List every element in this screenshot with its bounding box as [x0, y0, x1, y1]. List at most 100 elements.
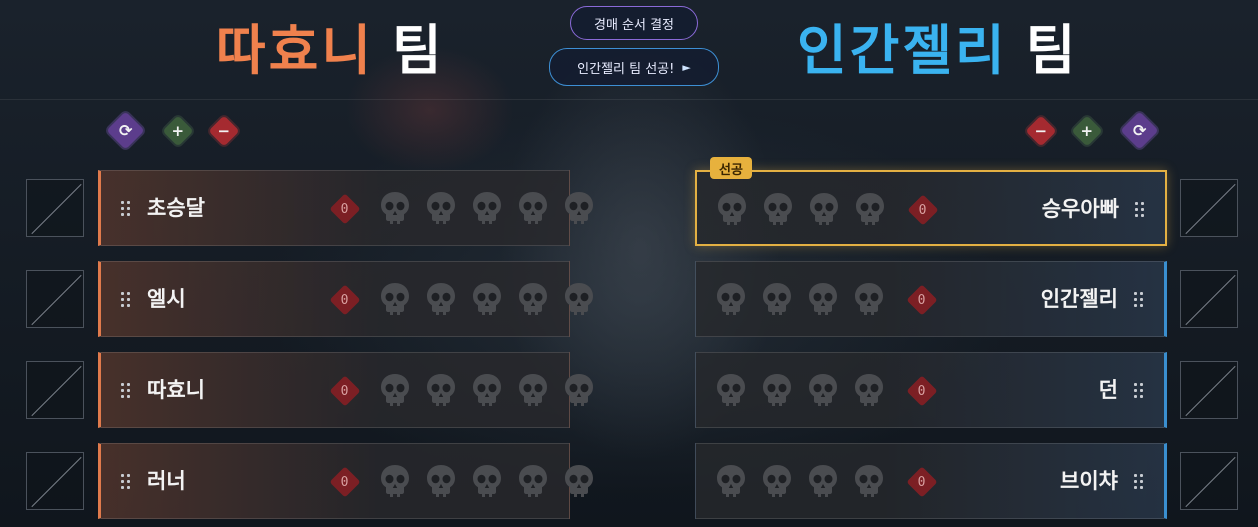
- empty-slot-slash: [31, 183, 82, 235]
- drag-handle-icon[interactable]: [121, 292, 131, 310]
- right-player-portrait-slot[interactable]: [1180, 452, 1238, 510]
- play-arrow-icon: ►: [682, 60, 691, 74]
- score-badge: 0: [329, 193, 361, 225]
- skull-tracker: [715, 373, 885, 407]
- skull-icon: [471, 373, 503, 407]
- left-player-row[interactable]: 따효니 0: [98, 352, 570, 428]
- left-team-suffix: 팀: [392, 19, 445, 82]
- skull-icon: [761, 373, 793, 407]
- right-team-suffix: 팀: [1025, 19, 1079, 82]
- skull-icon: [517, 464, 549, 498]
- right-team-title: 인간젤리 팀: [797, 16, 1078, 86]
- player-name: 던: [1098, 378, 1118, 402]
- right-player-row[interactable]: 던0: [695, 352, 1167, 428]
- skull-icon: [425, 464, 457, 498]
- score-badge: 0: [329, 375, 361, 407]
- player-name: 엘시: [147, 287, 186, 311]
- left-player-portrait-slot[interactable]: [26, 179, 84, 237]
- player-name: 인간젤리: [1040, 287, 1118, 311]
- left-player-row[interactable]: 러너 0: [98, 443, 570, 519]
- left-player-portrait-slot[interactable]: [26, 270, 84, 328]
- skull-tracker: [379, 191, 595, 225]
- player-name: 러너: [147, 469, 186, 493]
- skull-icon: [715, 464, 747, 498]
- skull-icon: [853, 464, 885, 498]
- drag-handle-icon[interactable]: [121, 474, 131, 492]
- player-name: 따효니: [147, 378, 205, 402]
- score-value: 0: [919, 202, 927, 218]
- skull-icon: [379, 373, 411, 407]
- left-player-portrait-slot[interactable]: [26, 452, 84, 510]
- first-pick-button[interactable]: 인간젤리 팀 선공! ►: [549, 48, 719, 86]
- skull-icon: [761, 464, 793, 498]
- score-badge: 0: [906, 466, 938, 498]
- empty-slot-slash: [31, 274, 82, 326]
- skull-icon: [715, 373, 747, 407]
- skull-icon: [425, 373, 457, 407]
- auction-order-label: 경매 순서 결정: [593, 17, 675, 33]
- empty-slot-slash: [1185, 274, 1236, 326]
- right-player-portrait-slot[interactable]: [1180, 361, 1238, 419]
- skull-icon: [807, 282, 839, 316]
- score-value: 0: [341, 383, 349, 399]
- score-value: 0: [918, 292, 926, 308]
- skull-icon: [517, 191, 549, 225]
- skull-tracker: [716, 192, 886, 226]
- left-player-portrait-slot[interactable]: [26, 361, 84, 419]
- header-divider: [0, 99, 1258, 100]
- skull-icon: [807, 464, 839, 498]
- skull-icon: [563, 191, 595, 225]
- player-name: 브이챠: [1060, 469, 1118, 493]
- skull-icon: [853, 282, 885, 316]
- score-value: 0: [918, 383, 926, 399]
- skull-icon: [425, 282, 457, 316]
- drag-handle-icon[interactable]: [121, 383, 131, 401]
- skull-icon: [379, 282, 411, 316]
- left-player-row[interactable]: 엘시 0: [98, 261, 570, 337]
- score-badge: 0: [907, 194, 939, 226]
- left-player-row[interactable]: 초승달 0: [98, 170, 570, 246]
- drag-handle-icon[interactable]: [1135, 202, 1145, 220]
- score-badge: 0: [906, 375, 938, 407]
- drag-handle-icon[interactable]: [1134, 474, 1144, 492]
- skull-icon: [471, 282, 503, 316]
- player-name: 승우아빠: [1041, 197, 1119, 221]
- skull-icon: [563, 373, 595, 407]
- refresh-icon: ⟳: [1132, 121, 1147, 140]
- refresh-icon: ⟳: [118, 121, 133, 140]
- skull-icon: [853, 373, 885, 407]
- skull-tracker: [715, 464, 885, 498]
- skull-icon: [517, 282, 549, 316]
- skull-icon: [761, 282, 793, 316]
- drag-handle-icon[interactable]: [1134, 292, 1144, 310]
- right-player-row[interactable]: 브이챠 0: [695, 443, 1167, 519]
- right-team-name: 인간젤리: [797, 19, 1008, 82]
- right-player-portrait-slot[interactable]: [1180, 179, 1238, 237]
- auction-order-button[interactable]: 경매 순서 결정: [570, 6, 698, 40]
- skull-tracker: [379, 464, 595, 498]
- minus-icon: −: [1034, 121, 1048, 140]
- skull-icon: [808, 192, 840, 226]
- empty-slot-slash: [1185, 365, 1236, 417]
- empty-slot-slash: [1185, 456, 1236, 508]
- skull-icon: [762, 192, 794, 226]
- drag-handle-icon[interactable]: [121, 201, 131, 219]
- plus-icon: +: [171, 121, 185, 140]
- left-team-title: 따효니 팀: [216, 16, 445, 86]
- skull-icon: [471, 464, 503, 498]
- score-value: 0: [918, 474, 926, 490]
- skull-icon: [563, 282, 595, 316]
- skull-icon: [807, 373, 839, 407]
- skull-tracker: [379, 373, 595, 407]
- score-badge: 0: [329, 466, 361, 498]
- skull-icon: [379, 191, 411, 225]
- skull-icon: [425, 191, 457, 225]
- right-player-portrait-slot[interactable]: [1180, 270, 1238, 328]
- skull-icon: [563, 464, 595, 498]
- skull-icon: [715, 282, 747, 316]
- score-badge: 0: [906, 284, 938, 316]
- right-player-row[interactable]: 인간젤리 0: [695, 261, 1167, 337]
- right-player-row[interactable]: 승우아빠 0: [695, 170, 1167, 246]
- skull-icon: [854, 192, 886, 226]
- drag-handle-icon[interactable]: [1134, 383, 1144, 401]
